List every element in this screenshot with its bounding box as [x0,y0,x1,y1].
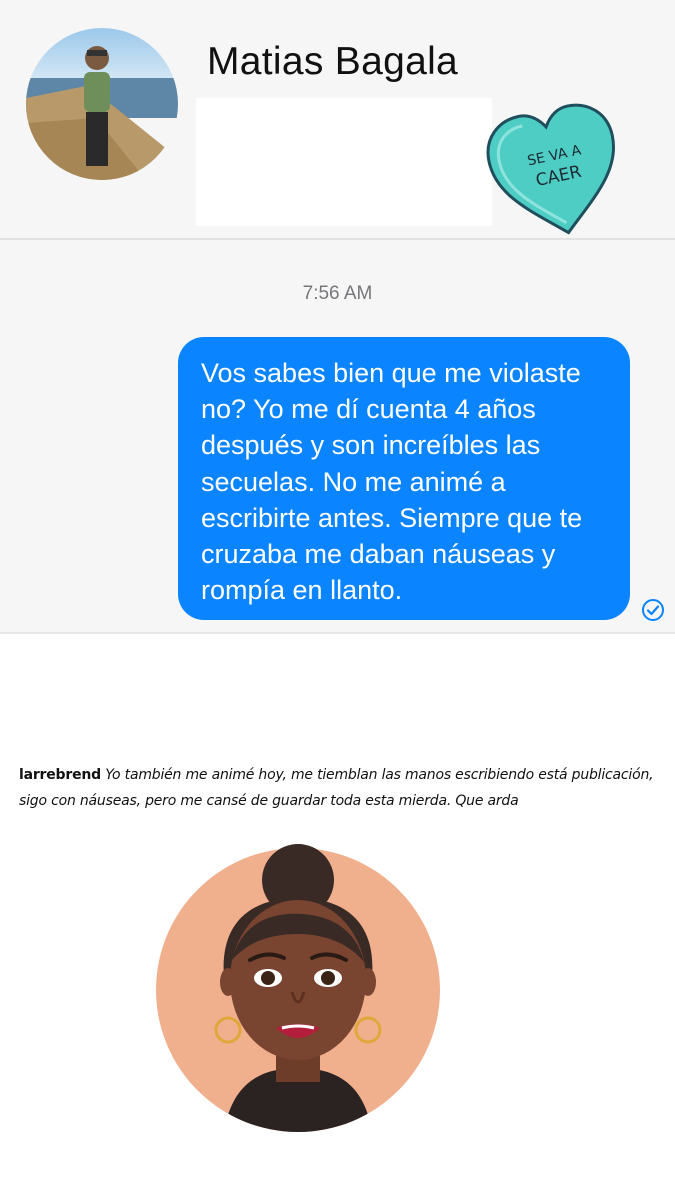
contact-avatar[interactable] [26,28,178,180]
comment-username[interactable]: larrebrend [19,767,101,783]
sent-check-icon [642,599,664,621]
comment-text: Yo también me animé hoy, me tiemblan las… [19,767,654,809]
woman-avatar [156,844,440,1132]
sent-message-bubble[interactable]: Vos sabes bien que me violaste no? Yo me… [178,337,630,620]
comment: larrebrend Yo también me animé hoy, me t… [19,762,659,814]
message-timestamp: 7:56 AM [302,283,373,304]
contact-name: Matias Bagala [207,40,459,83]
heart-sticker: SE VA A CAER [486,103,615,235]
chat-header: Matias Bagala SE VA A CAER [0,0,675,240]
redaction-patch [196,98,492,226]
